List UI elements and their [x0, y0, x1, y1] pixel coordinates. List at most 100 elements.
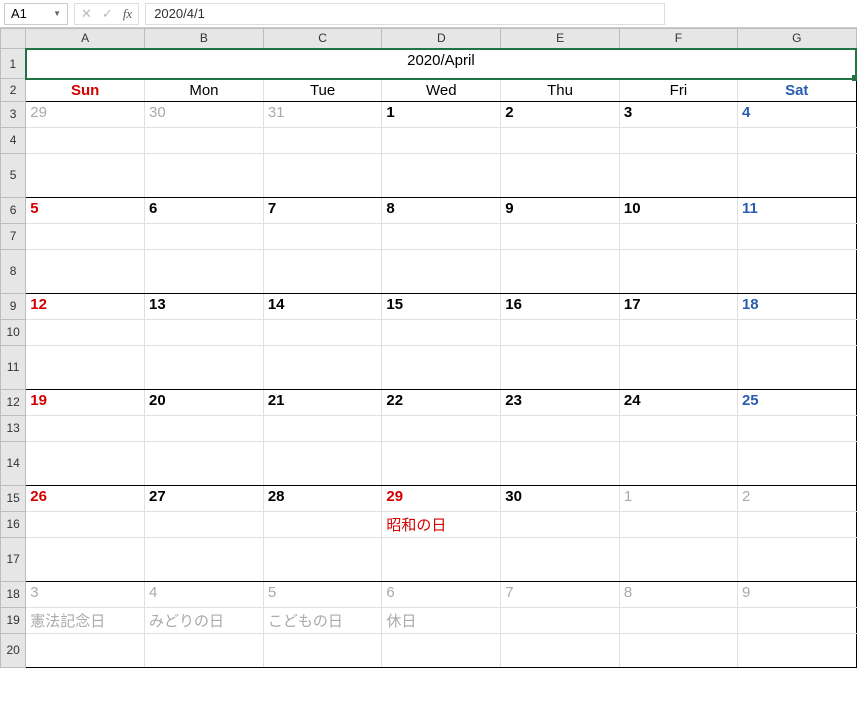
day-cell[interactable]: 6 — [382, 581, 501, 607]
spacer-cell[interactable] — [619, 537, 737, 581]
spacer-cell[interactable] — [737, 345, 856, 389]
event-cell[interactable] — [737, 607, 856, 633]
row-header[interactable]: 16 — [1, 511, 26, 537]
spacer-cell[interactable] — [26, 633, 145, 667]
day-cell[interactable]: 9 — [737, 581, 856, 607]
col-header[interactable]: B — [145, 29, 264, 49]
row-header[interactable]: 19 — [1, 607, 26, 633]
spacer-cell[interactable] — [26, 441, 145, 485]
day-cell[interactable]: 26 — [26, 485, 145, 511]
spacer-cell[interactable] — [737, 537, 856, 581]
event-cell[interactable] — [501, 127, 620, 153]
spacer-cell[interactable] — [263, 441, 382, 485]
name-box[interactable]: A1 ▼ — [4, 3, 68, 25]
event-cell[interactable] — [619, 319, 737, 345]
event-cell[interactable] — [737, 511, 856, 537]
day-header-sat[interactable]: Sat — [737, 79, 856, 102]
event-cell[interactable] — [382, 127, 501, 153]
day-cell[interactable]: 15 — [382, 293, 501, 319]
spacer-cell[interactable] — [26, 537, 145, 581]
event-cell[interactable] — [382, 415, 501, 441]
event-cell[interactable] — [263, 415, 382, 441]
day-cell[interactable]: 24 — [619, 389, 737, 415]
day-cell[interactable]: 10 — [619, 197, 737, 223]
row-header[interactable]: 18 — [1, 581, 26, 607]
event-cell[interactable] — [145, 127, 264, 153]
day-cell[interactable]: 17 — [619, 293, 737, 319]
row-header[interactable]: 11 — [1, 345, 26, 389]
event-cell[interactable] — [26, 415, 145, 441]
row-header[interactable]: 9 — [1, 293, 26, 319]
day-cell[interactable]: 27 — [145, 485, 264, 511]
day-cell[interactable]: 30 — [501, 485, 620, 511]
day-cell[interactable]: 29 — [382, 485, 501, 511]
event-cell[interactable]: 憲法記念日 — [26, 607, 145, 633]
spacer-cell[interactable] — [501, 537, 620, 581]
day-cell[interactable]: 22 — [382, 389, 501, 415]
spacer-cell[interactable] — [619, 345, 737, 389]
day-cell[interactable]: 21 — [263, 389, 382, 415]
col-header[interactable]: C — [263, 29, 382, 49]
day-cell[interactable]: 19 — [26, 389, 145, 415]
event-cell[interactable] — [263, 319, 382, 345]
row-header[interactable]: 8 — [1, 249, 26, 293]
event-cell[interactable] — [26, 511, 145, 537]
event-cell[interactable] — [263, 511, 382, 537]
event-cell[interactable] — [737, 415, 856, 441]
col-header[interactable]: G — [737, 29, 856, 49]
day-cell[interactable]: 3 — [619, 101, 737, 127]
day-cell[interactable]: 12 — [26, 293, 145, 319]
spacer-cell[interactable] — [145, 633, 264, 667]
day-cell[interactable]: 29 — [26, 101, 145, 127]
event-cell[interactable] — [619, 223, 737, 249]
day-cell[interactable]: 30 — [145, 101, 264, 127]
cancel-icon[interactable]: ✕ — [81, 6, 92, 22]
spacer-cell[interactable] — [263, 537, 382, 581]
event-cell[interactable]: こどもの日 — [263, 607, 382, 633]
spacer-cell[interactable] — [619, 249, 737, 293]
row-header[interactable]: 7 — [1, 223, 26, 249]
day-cell[interactable]: 14 — [263, 293, 382, 319]
row-header[interactable]: 3 — [1, 101, 26, 127]
row-header[interactable]: 10 — [1, 319, 26, 345]
day-header-fri[interactable]: Fri — [619, 79, 737, 102]
event-cell[interactable] — [145, 511, 264, 537]
event-cell[interactable] — [263, 223, 382, 249]
event-cell[interactable] — [619, 127, 737, 153]
spacer-cell[interactable] — [263, 153, 382, 197]
row-header[interactable]: 13 — [1, 415, 26, 441]
day-cell[interactable]: 25 — [737, 389, 856, 415]
day-cell[interactable]: 4 — [145, 581, 264, 607]
event-cell[interactable] — [501, 319, 620, 345]
row-header[interactable]: 17 — [1, 537, 26, 581]
day-cell[interactable]: 13 — [145, 293, 264, 319]
day-cell[interactable]: 31 — [263, 101, 382, 127]
spacer-cell[interactable] — [382, 249, 501, 293]
spacer-cell[interactable] — [382, 537, 501, 581]
spacer-cell[interactable] — [501, 345, 620, 389]
spacer-cell[interactable] — [501, 249, 620, 293]
spacer-cell[interactable] — [26, 249, 145, 293]
event-cell[interactable] — [737, 127, 856, 153]
row-header[interactable]: 20 — [1, 633, 26, 667]
spacer-cell[interactable] — [145, 249, 264, 293]
spacer-cell[interactable] — [145, 345, 264, 389]
event-cell[interactable] — [501, 415, 620, 441]
day-header-sun[interactable]: Sun — [26, 79, 145, 102]
day-cell[interactable]: 28 — [263, 485, 382, 511]
spacer-cell[interactable] — [145, 537, 264, 581]
day-cell[interactable]: 8 — [619, 581, 737, 607]
col-header[interactable]: F — [619, 29, 737, 49]
spacer-cell[interactable] — [263, 249, 382, 293]
spacer-cell[interactable] — [501, 153, 620, 197]
event-cell[interactable] — [619, 511, 737, 537]
day-cell[interactable]: 23 — [501, 389, 620, 415]
event-cell[interactable] — [26, 319, 145, 345]
col-header[interactable]: A — [26, 29, 145, 49]
calendar-title[interactable]: 2020/April — [26, 49, 856, 79]
col-header[interactable]: D — [382, 29, 501, 49]
spacer-cell[interactable] — [26, 345, 145, 389]
spacer-cell[interactable] — [501, 633, 620, 667]
day-cell[interactable]: 5 — [26, 197, 145, 223]
spacer-cell[interactable] — [737, 249, 856, 293]
